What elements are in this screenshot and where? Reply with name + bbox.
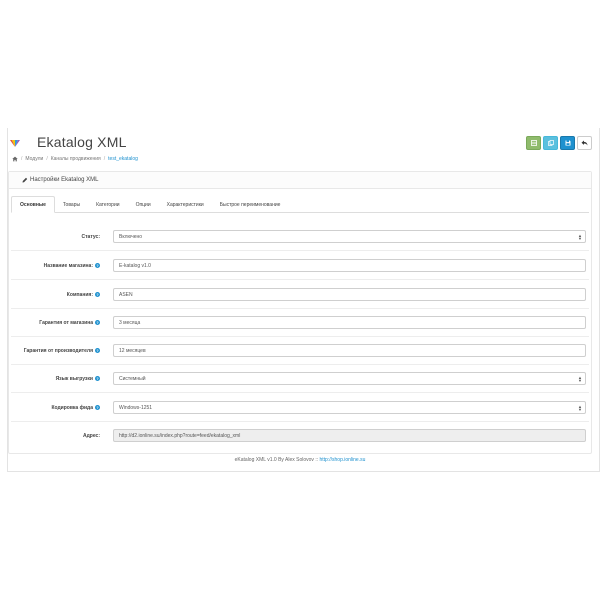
manufacturer-warranty-label-text: Гарантия от производителя: [23, 347, 93, 354]
feed-encoding-select[interactable]: Windows-1251 ▲ ▼: [113, 401, 586, 414]
status-label-text: Статус:: [81, 233, 100, 240]
export-language-label-text: Язык выгрузки: [55, 375, 93, 382]
pencil-icon: [22, 177, 28, 183]
page-title: Ekatalog XML: [37, 134, 127, 150]
help-icon[interactable]: ?: [95, 376, 100, 381]
shop-warranty-input[interactable]: 3 месяца: [113, 316, 586, 329]
breadcrumb-separator: /: [21, 156, 23, 162]
breadcrumb-item-current[interactable]: test_ekatalog: [108, 156, 138, 162]
status-label: Статус:: [11, 234, 100, 240]
status-select[interactable]: Включено ▲ ▼: [113, 230, 586, 243]
manufacturer-warranty-value: 12 месяцев: [119, 347, 146, 354]
panel-heading: Настройки Ekatalog XML: [9, 172, 591, 189]
help-icon[interactable]: ?: [95, 405, 100, 410]
address-input[interactable]: http://d2.ionline.su/index.php?route=fee…: [113, 429, 586, 442]
manufacturer-warranty-input[interactable]: 12 месяцев: [113, 344, 586, 357]
form-row-export-language: Язык выгрузки? Системный ▲ ▼: [11, 365, 589, 393]
feed-encoding-label: Кодировка фида?: [11, 405, 100, 411]
manufacturer-warranty-label: Гарантия от производителя?: [11, 348, 100, 354]
save-button[interactable]: [560, 136, 575, 150]
form-row-status: Статус: Включено ▲ ▼: [11, 223, 589, 251]
status-value: Включено: [119, 233, 143, 240]
form-row-address: Адрес: http://d2.ionline.su/index.php?ro…: [11, 422, 589, 450]
footer: eKatalog XML v1.0 By Alex Solovov :: htt…: [0, 457, 600, 463]
company-label: Компания:?: [11, 292, 100, 298]
tab-products[interactable]: Товары: [55, 196, 88, 213]
form-row-company: Компания:? ASEN: [11, 281, 589, 309]
address-label-text: Адрес:: [83, 433, 100, 439]
company-value: ASEN: [119, 291, 133, 298]
select-arrows-icon: ▲ ▼: [578, 404, 582, 412]
tab-quick-rename[interactable]: Быстрое переименование: [212, 196, 289, 213]
tab-general[interactable]: Основные: [11, 196, 55, 213]
breadcrumb-item-modules[interactable]: Модули: [25, 156, 43, 162]
breadcrumb-separator: /: [46, 156, 48, 162]
help-icon[interactable]: ?: [95, 348, 100, 353]
panel-heading-text: Настройки Ekatalog XML: [30, 177, 99, 183]
form-row-feed-encoding: Кодировка фида? Windows-1251 ▲ ▼: [11, 394, 589, 422]
back-button[interactable]: [577, 136, 592, 150]
shop-name-input[interactable]: E-katalog v1.0: [113, 259, 586, 272]
help-icon[interactable]: ?: [95, 320, 100, 325]
copy-button[interactable]: [543, 136, 558, 150]
shop-warranty-label: Гарантия от магазина?: [11, 320, 100, 326]
opencart-logo-icon: [10, 140, 20, 147]
export-language-value: Системный: [119, 375, 146, 382]
shop-name-value: E-katalog v1.0: [119, 262, 151, 269]
copy-icon: [547, 140, 554, 146]
help-icon[interactable]: ?: [95, 263, 100, 268]
shop-warranty-label-text: Гарантия от магазина: [39, 319, 93, 326]
shop-name-label: Название магазина:?: [11, 263, 100, 269]
tab-attributes[interactable]: Характеристики: [159, 196, 212, 213]
export-language-select[interactable]: Системный ▲ ▼: [113, 372, 586, 385]
footer-text: eKatalog XML v1.0 By Alex Solovov ::: [234, 457, 320, 463]
form-row-shop-name: Название магазина:? E-katalog v1.0: [11, 252, 589, 280]
toolbar: [526, 136, 592, 150]
feed-encoding-value: Windows-1251: [119, 404, 153, 411]
footer-link[interactable]: http://shop.ionline.su: [320, 457, 366, 463]
reply-icon: [581, 140, 588, 146]
address-label: Адрес:: [11, 433, 100, 439]
shop-warranty-value: 3 месяца: [119, 319, 141, 326]
home-icon[interactable]: [12, 156, 18, 162]
shop-name-label-text: Название магазина:: [43, 262, 93, 269]
tab-categories[interactable]: Категории: [88, 196, 127, 213]
form-row-shop-warranty: Гарантия от магазина? 3 месяца: [11, 309, 589, 337]
tab-options[interactable]: Опции: [128, 196, 159, 213]
address-value: http://d2.ionline.su/index.php?route=fee…: [119, 432, 241, 439]
form-row-manufacturer-warranty: Гарантия от производителя? 12 месяцев: [11, 337, 589, 365]
table-icon: [530, 140, 537, 146]
breadcrumb-separator: /: [103, 156, 106, 162]
feed-encoding-label-text: Кодировка фида: [51, 404, 93, 411]
breadcrumb: / Модули / Каналы продвижения / test_eka…: [12, 156, 138, 162]
settings-tabs: Основные Товары Категории Опции Характер…: [11, 196, 589, 213]
company-label-text: Компания:: [66, 291, 93, 298]
generate-button[interactable]: [526, 136, 541, 150]
select-arrows-icon: ▲ ▼: [578, 233, 582, 241]
save-icon: [565, 140, 570, 146]
company-input[interactable]: ASEN: [113, 288, 586, 301]
select-arrows-icon: ▲ ▼: [578, 375, 582, 383]
breadcrumb-item-feeds[interactable]: Каналы продвижения: [51, 156, 101, 162]
export-language-label: Язык выгрузки?: [11, 376, 100, 382]
help-icon[interactable]: ?: [95, 292, 100, 297]
